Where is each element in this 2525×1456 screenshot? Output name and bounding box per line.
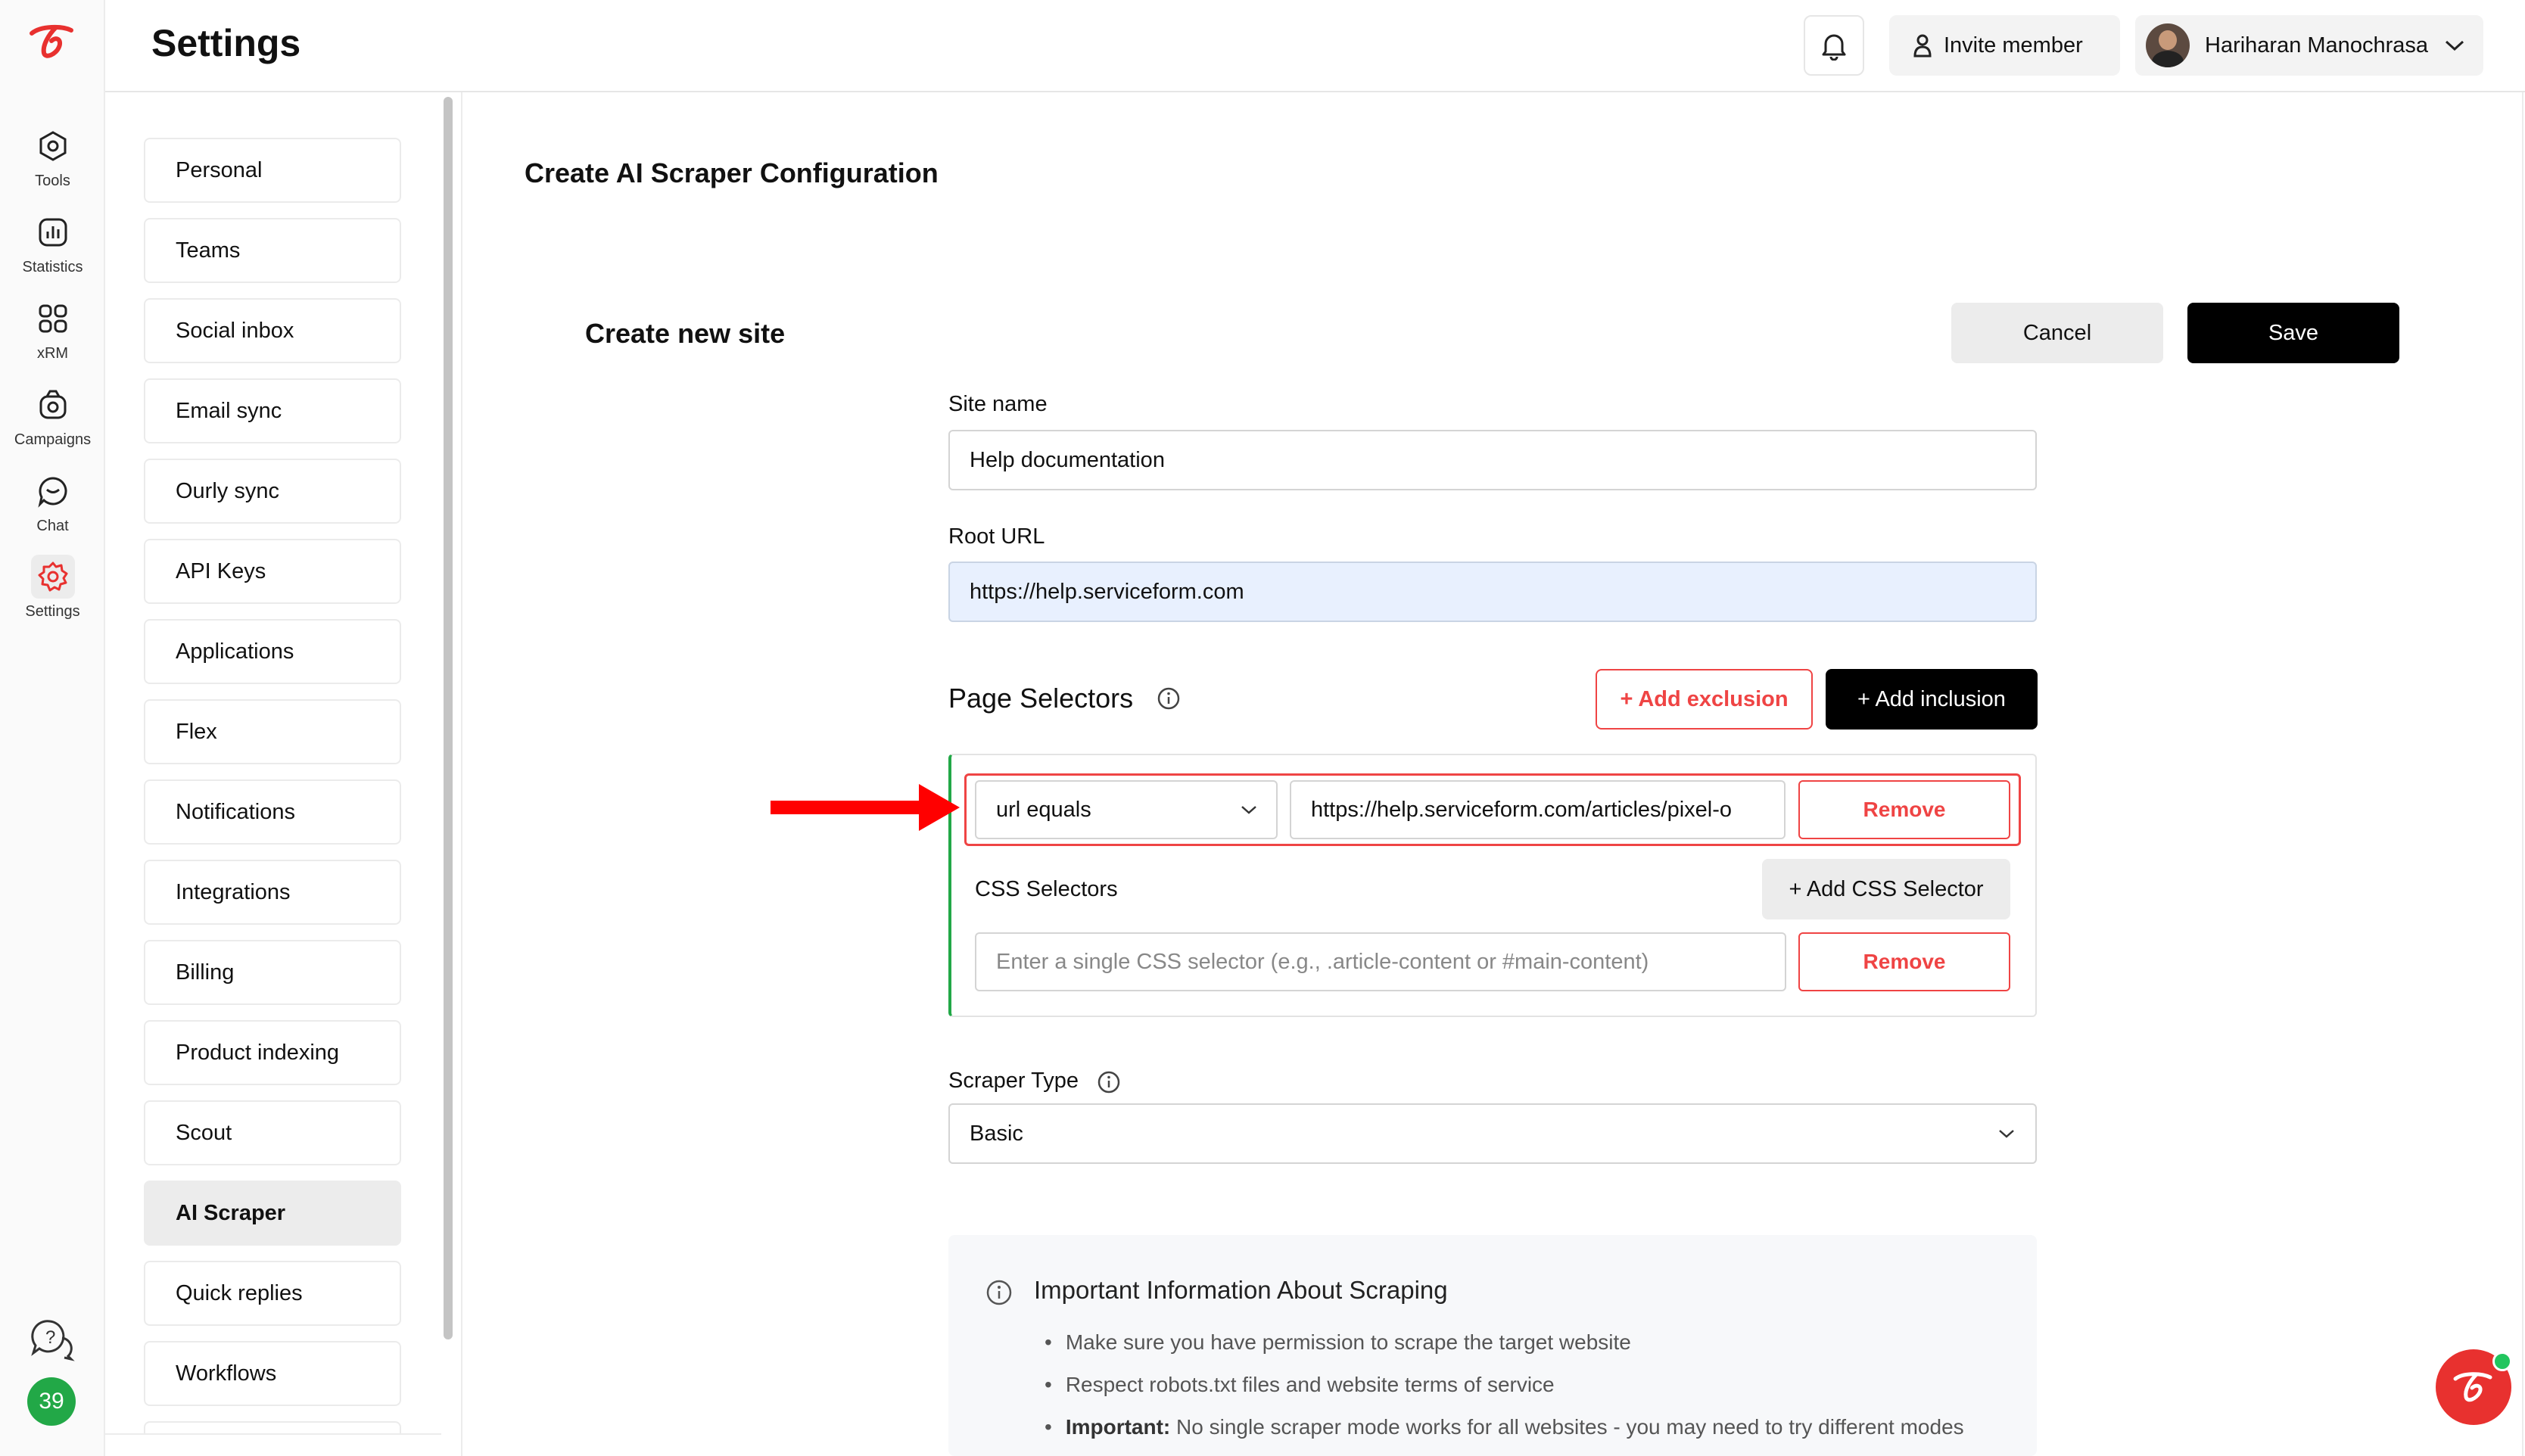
notification-count-badge[interactable]: 39 [27,1377,76,1426]
annotation-arrow [771,784,960,831]
menu-item-personal[interactable]: Personal [144,138,401,203]
settings-menu-panel [105,92,462,1456]
selector-url-input[interactable]: https://help.serviceform.com/articles/pi… [1290,780,1786,839]
menu-divider [105,1433,441,1435]
menu-item-product-indexing[interactable]: Product indexing [144,1020,401,1085]
rail-label-tools: Tools [35,173,70,189]
remove-selector-button[interactable]: Remove [1798,780,2010,839]
rail-label-statistics: Statistics [22,259,83,275]
brand-logo-icon [2453,1372,2492,1402]
menu-item-integrations[interactable]: Integrations [144,860,401,925]
rail-item-xrm[interactable]: xRM [0,297,105,362]
online-status-dot [2492,1352,2512,1371]
menu-item-workflows[interactable]: Workflows [144,1341,401,1406]
brand-logo[interactable] [26,20,79,62]
info-bullet-text: Make sure you have permission to scrape … [1065,1330,1631,1354]
top-bar: Settings Invite member Hariharan Manochr… [105,0,2525,92]
add-css-selector-button[interactable]: + Add CSS Selector [1762,859,2010,919]
chat-icon [31,469,75,513]
chevron-down-icon [2445,40,2464,51]
css-selector-input[interactable]: Enter a single CSS selector (e.g., .arti… [975,932,1786,991]
cancel-button[interactable]: Cancel [1951,303,2163,363]
notifications-button[interactable] [1804,15,1864,76]
form-title: Create new site [585,318,786,349]
rail-label-chat: Chat [36,518,69,534]
statistics-icon [31,210,75,254]
menu-item-email-sync[interactable]: Email sync [144,378,401,443]
rail-item-settings[interactable]: Settings [0,555,105,621]
info-bullet: • Important: No single scraper mode works… [1045,1406,1998,1442]
chevron-down-icon [1999,1130,2014,1138]
menu-scrollbar[interactable] [444,97,453,1339]
info-bullet: • Respect robots.txt files and website te… [1045,1364,1998,1406]
match-type-value: url equals [996,797,1091,822]
campaigns-icon [31,383,75,427]
bell-icon [1822,34,1846,61]
user-name: Hariharan Manochrasa [2205,33,2428,58]
info-important-text: Important: No single scraper mode works … [1066,1412,1964,1442]
menu-item-teams[interactable]: Teams [144,218,401,283]
info-icon[interactable] [1157,686,1181,711]
menu-item-notifications[interactable]: Notifications [144,779,401,845]
rail-label-settings: Settings [25,603,80,620]
page-title: Settings [151,22,301,64]
menu-item-partial [144,1421,401,1433]
main-heading: Create AI Scraper Configuration [525,157,939,188]
match-type-select[interactable]: url equals [975,780,1278,839]
rail-item-statistics[interactable]: Statistics [0,210,105,276]
scraper-type-label: Scraper Type [948,1069,1079,1093]
person-icon [1913,34,1932,58]
svg-text:?: ? [45,1327,55,1348]
menu-item-scout[interactable]: Scout [144,1100,401,1165]
add-inclusion-button[interactable]: + Add inclusion [1826,669,2038,730]
xrm-icon [31,297,75,341]
info-title: Important Information About Scraping [1034,1276,1448,1304]
save-button[interactable]: Save [2187,303,2399,363]
menu-item-api-keys[interactable]: API Keys [144,539,401,604]
invite-member-button[interactable]: Invite member [1889,15,2120,76]
gear-icon [30,555,75,599]
help-icon[interactable]: ? [29,1317,76,1362]
icon-rail: Tools Statistics xRM Campaigns Chat Sett… [0,0,105,1456]
rail-item-chat[interactable]: Chat [0,469,105,535]
info-bullet-list: • Make sure you have permission to scrape… [1045,1321,1998,1442]
info-bullet: • Make sure you have permission to scrape… [1045,1321,1998,1364]
menu-item-applications[interactable]: Applications [144,619,401,684]
info-bullet-text: Respect robots.txt files and website ter… [1065,1373,1555,1396]
rail-label-campaigns: Campaigns [14,431,92,448]
menu-item-ai-scraper[interactable]: AI Scraper [144,1181,401,1246]
site-name-input[interactable]: Help documentation [948,430,2037,490]
info-icon[interactable] [1097,1070,1121,1094]
menu-item-billing[interactable]: Billing [144,940,401,1005]
info-important-prefix: Important: [1065,1415,1171,1439]
menu-item-flex[interactable]: Flex [144,699,401,764]
page-right-border [2522,92,2523,1456]
rail-item-tools[interactable]: Tools [0,124,105,190]
chevron-down-icon [1241,806,1256,814]
info-circle-icon [985,1279,1013,1306]
invite-member-label: Invite member [1944,33,2083,58]
rail-item-campaigns[interactable]: Campaigns [0,383,105,449]
root-url-label: Root URL [948,524,1045,549]
info-important-body: No single scraper mode works for all web… [1170,1415,1964,1439]
scraper-type-value: Basic [970,1121,1023,1146]
rail-label-xrm: xRM [36,345,69,362]
add-exclusion-button[interactable]: + Add exclusion [1596,669,1813,730]
site-name-label: Site name [948,392,1048,416]
scraper-type-select[interactable]: Basic [948,1103,2037,1164]
remove-css-selector-button[interactable]: Remove [1798,932,2010,991]
menu-item-ourly-sync[interactable]: Ourly sync [144,459,401,524]
avatar [2146,23,2190,67]
menu-item-social-inbox[interactable]: Social inbox [144,298,401,363]
tools-icon [31,124,75,168]
css-selectors-label: CSS Selectors [975,877,1118,901]
root-url-input[interactable]: https://help.serviceform.com [948,562,2037,622]
page-selectors-title: Page Selectors [948,683,1134,714]
menu-item-quick-replies[interactable]: Quick replies [144,1261,401,1326]
user-menu[interactable]: Hariharan Manochrasa [2135,15,2483,76]
